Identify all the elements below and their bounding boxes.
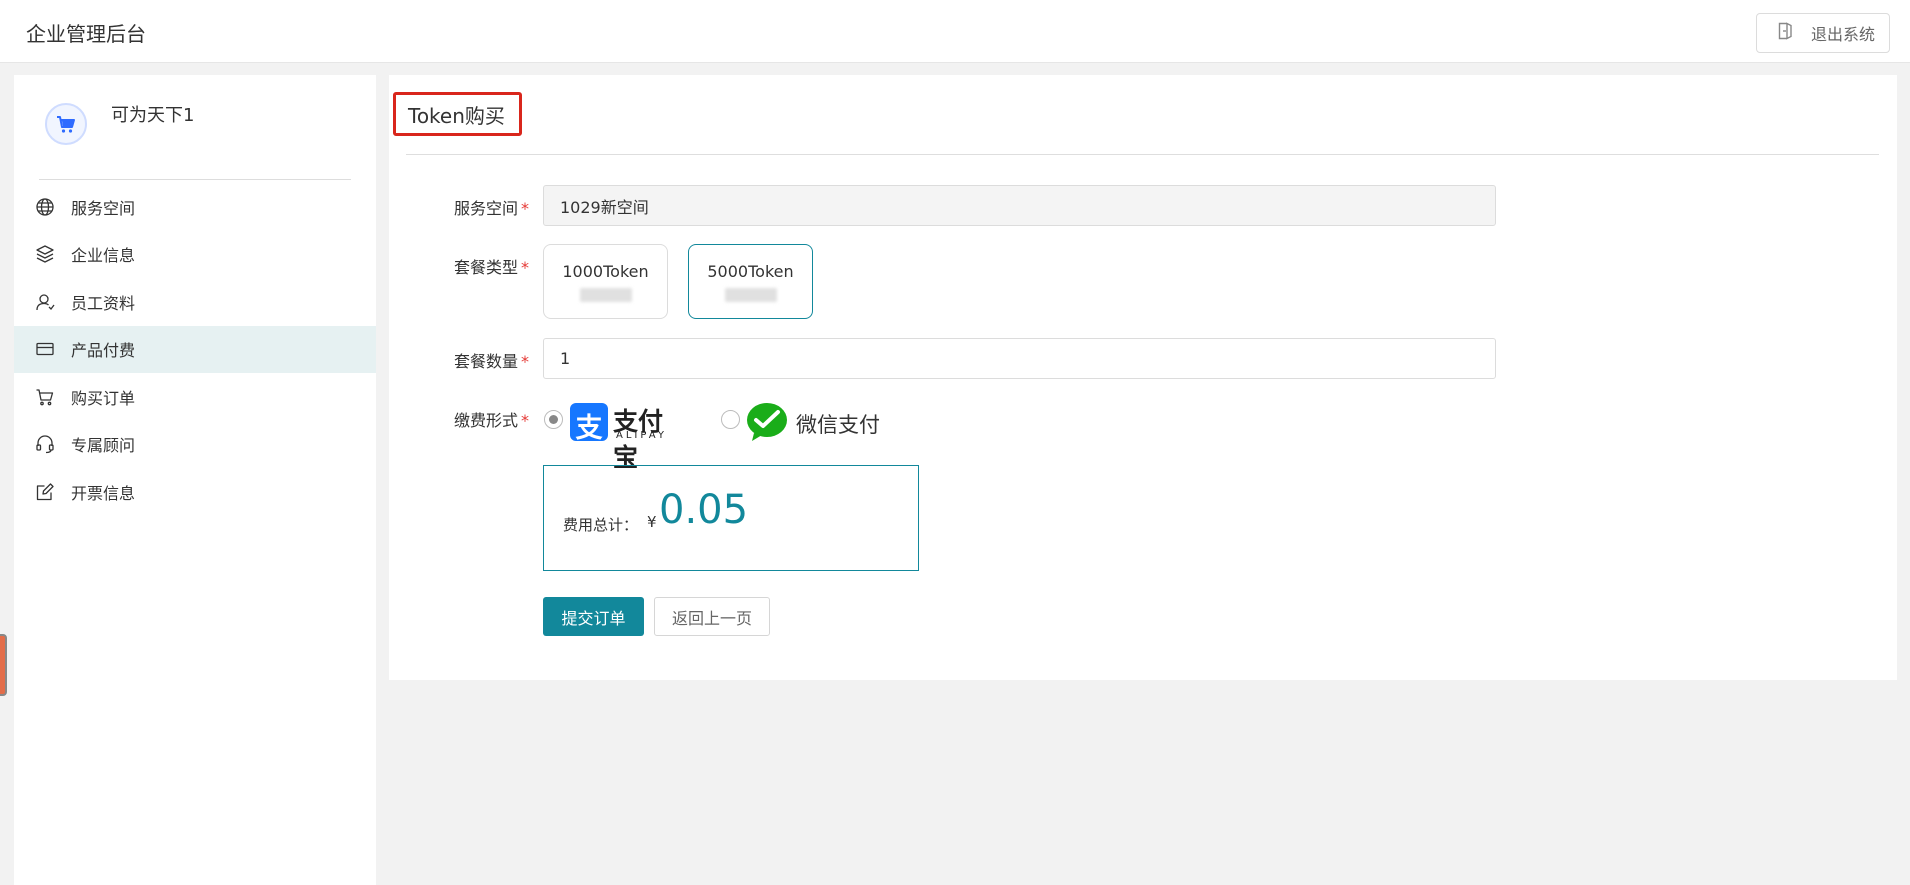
- total-label: 费用总计：: [563, 516, 639, 534]
- edit-icon: [34, 481, 56, 503]
- sidebar-item-label: 员工资料: [71, 293, 136, 313]
- alipay-mark-glyph: 支: [575, 413, 603, 444]
- user-icon: [34, 291, 56, 313]
- alipay-icon: 支: [570, 403, 608, 444]
- package-quantity-value: 1: [560, 349, 571, 368]
- payment-method-label-text: 缴费形式: [453, 411, 518, 430]
- package-quantity-label: 套餐数量 *: [389, 348, 529, 372]
- package-price-blurred: [580, 288, 632, 302]
- shopping-cart-icon: [57, 116, 75, 133]
- sidebar-divider: [39, 179, 351, 180]
- service-space-label: 服务空间 *: [389, 195, 529, 219]
- side-drawer-handle[interactable]: [0, 634, 7, 696]
- sidebar-item-service-space[interactable]: 服务空间: [14, 183, 376, 231]
- service-space-value: 1029新空间: [560, 197, 649, 217]
- sidebar-item-label: 购买订单: [71, 388, 136, 408]
- required-mark: *: [521, 411, 529, 430]
- credit-card-icon: [34, 338, 56, 360]
- avatar: [45, 103, 87, 145]
- sidebar-item-advisor[interactable]: 专属顾问: [14, 421, 376, 469]
- main-content: Token购买 服务空间 * 1029新空间 套餐类型 * 1000Token 50…: [389, 75, 1897, 680]
- logout-label: 退出系统: [1811, 25, 1876, 44]
- payment-method-label: 缴费形式 *: [389, 407, 529, 431]
- service-space-label-text: 服务空间: [453, 199, 518, 218]
- app-title: 企业管理后台: [26, 22, 146, 46]
- sidebar-item-company-info[interactable]: 企业信息: [14, 231, 376, 279]
- sidebar-item-label: 产品付费: [71, 341, 136, 361]
- sidebar-item-label: 专属顾问: [71, 436, 136, 456]
- total-box: 费用总计： ¥ 0.05: [543, 465, 919, 571]
- package-type-label-text: 套餐类型: [453, 258, 518, 277]
- sidebar-item-invoice-info[interactable]: 开票信息: [14, 468, 376, 516]
- sidebar-item-label: 开票信息: [71, 483, 136, 503]
- total-amount: 0.05: [659, 487, 749, 533]
- alipay-radio[interactable]: [544, 410, 563, 429]
- headset-icon: [34, 433, 56, 455]
- sidebar-item-staff-info[interactable]: 员工资料: [14, 278, 376, 326]
- logout-button[interactable]: 退出系统: [1756, 13, 1890, 53]
- package-price-blurred: [725, 288, 777, 302]
- back-button[interactable]: 返回上一页: [654, 597, 770, 636]
- top-bar: 企业管理后台 退出系统: [0, 0, 1910, 63]
- wechat-pay-icon[interactable]: [746, 402, 788, 442]
- cart-icon: [34, 386, 56, 408]
- required-mark: *: [521, 352, 529, 371]
- alipay-logo-subtext: ALIPAY: [616, 430, 667, 441]
- sidebar-item-product-payment[interactable]: 产品付费: [14, 325, 376, 373]
- title-divider: [406, 154, 1879, 155]
- required-mark: *: [521, 258, 529, 277]
- sidebar: 可为天下1 服务空间 企业信息 员工资料 产品付费 购买订单 专属顾问 开票信息: [14, 75, 376, 885]
- wechat-pay-radio[interactable]: [721, 410, 740, 429]
- package-quantity-label-text: 套餐数量: [453, 352, 518, 371]
- wechat-pay-label[interactable]: 微信支付: [796, 409, 880, 439]
- package-name: 5000Token: [707, 262, 794, 281]
- layers-icon: [34, 243, 56, 265]
- service-space-field: 1029新空间: [543, 185, 1496, 226]
- sidebar-item-label: 服务空间: [71, 198, 136, 218]
- package-quantity-input[interactable]: 1: [543, 338, 1496, 379]
- package-type-label: 套餐类型 *: [389, 254, 529, 278]
- required-mark: *: [521, 199, 529, 218]
- page-title: Token购买: [393, 92, 522, 136]
- total-currency: ¥: [647, 513, 657, 531]
- sidebar-item-purchase-orders[interactable]: 购买订单: [14, 373, 376, 421]
- alipay-logo[interactable]: 支 支付宝 ALIPAY: [570, 403, 682, 472]
- package-option-5000[interactable]: 5000Token: [688, 244, 813, 319]
- package-name: 1000Token: [562, 262, 649, 281]
- logout-icon: [1775, 21, 1795, 45]
- submit-order-button[interactable]: 提交订单: [543, 597, 644, 636]
- globe-icon: [34, 196, 56, 218]
- org-profile: 可为天下1: [14, 75, 376, 180]
- sidebar-menu: 服务空间 企业信息 员工资料 产品付费 购买订单 专属顾问 开票信息: [14, 183, 376, 516]
- org-name: 可为天下1: [111, 105, 195, 126]
- package-option-1000[interactable]: 1000Token: [543, 244, 668, 319]
- sidebar-item-label: 企业信息: [71, 246, 136, 266]
